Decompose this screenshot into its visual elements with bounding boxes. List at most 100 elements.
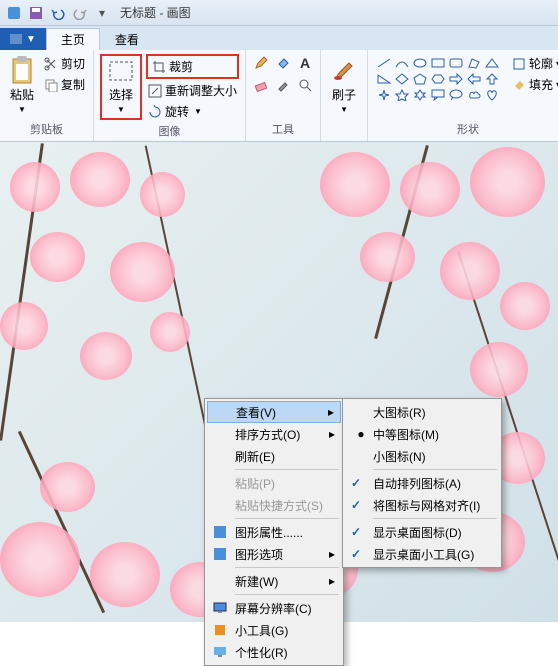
cut-button[interactable]: 剪切 xyxy=(42,54,87,73)
graphics-icon xyxy=(211,545,229,563)
crop-button[interactable]: 裁剪 xyxy=(150,57,195,76)
ctx-sort[interactable]: 排序方式(O)▸ xyxy=(207,423,341,445)
ctx-paste: 粘贴(P) xyxy=(207,472,341,494)
shape-triangle[interactable] xyxy=(484,56,500,70)
sub-show-desktop[interactable]: ✓显示桌面图标(D) xyxy=(345,521,499,543)
pencil-tool[interactable] xyxy=(252,54,270,72)
qat-dropdown-icon[interactable]: ▾ xyxy=(92,3,112,23)
tab-view[interactable]: 查看 xyxy=(100,28,154,50)
eyedropper-icon xyxy=(276,78,290,92)
file-icon xyxy=(10,34,22,44)
select-rect-icon xyxy=(108,60,134,84)
canvas-area[interactable]: 查看(V)▸ 排序方式(O)▸ 刷新(E) 粘贴(P) 粘贴快捷方式(S) 图形… xyxy=(0,142,558,622)
check-icon: ✓ xyxy=(351,498,361,512)
qat-undo-icon[interactable] xyxy=(48,3,68,23)
shape-arrowright[interactable] xyxy=(448,72,464,86)
shape-rtriangle[interactable] xyxy=(376,72,392,86)
ctx-personalize[interactable]: 个性化(R) xyxy=(207,641,341,663)
qat-app-icon[interactable] xyxy=(4,3,24,23)
monitor-icon xyxy=(211,599,229,617)
ctx-gadgets[interactable]: 小工具(G) xyxy=(207,619,341,641)
check-icon: ✓ xyxy=(351,547,361,561)
text-tool[interactable]: A xyxy=(296,54,314,72)
pencil-icon xyxy=(254,56,268,70)
file-menu-button[interactable]: ▼ xyxy=(0,28,46,50)
shape-pentagon[interactable] xyxy=(412,72,428,86)
select-button[interactable]: 选择 ▼ xyxy=(104,58,138,116)
graphics-icon xyxy=(211,523,229,541)
eraser-tool[interactable] xyxy=(252,76,270,94)
picker-tool[interactable] xyxy=(274,76,292,94)
chevron-right-icon: ▸ xyxy=(328,405,334,419)
tools-group-label: 工具 xyxy=(272,119,294,139)
shape-callout-cloud[interactable] xyxy=(466,88,482,102)
check-icon: ✓ xyxy=(351,525,361,539)
fill-button[interactable]: 填充▾ xyxy=(510,75,558,94)
shape-star4[interactable] xyxy=(376,88,392,102)
shape-rect[interactable] xyxy=(430,56,446,70)
group-image: 选择 ▼ 裁剪 重新调整大小 旋转▼ 图像 xyxy=(94,50,246,141)
gadget-icon xyxy=(211,621,229,639)
brush-icon xyxy=(331,56,357,84)
personalize-icon xyxy=(211,643,229,661)
paste-button[interactable]: 粘贴 ▼ xyxy=(6,54,38,116)
shape-star6[interactable] xyxy=(412,88,428,102)
shape-heart[interactable] xyxy=(484,88,500,102)
bucket-icon xyxy=(276,56,290,70)
scissors-icon xyxy=(44,57,58,71)
ctx-graphics-props[interactable]: 图形属性...... xyxy=(207,521,341,543)
separator xyxy=(373,469,497,470)
shapes-gallery[interactable] xyxy=(374,54,502,104)
quick-access-toolbar: ▾ xyxy=(4,3,112,23)
ctx-refresh[interactable]: 刷新(E) xyxy=(207,445,341,467)
shape-star5[interactable] xyxy=(394,88,410,102)
qat-save-icon[interactable] xyxy=(26,3,46,23)
ctx-resolution[interactable]: 屏幕分辨率(C) xyxy=(207,597,341,619)
ctx-graphics-opts[interactable]: 图形选项▸ xyxy=(207,543,341,565)
separator xyxy=(235,469,339,470)
shape-arrowup[interactable] xyxy=(484,72,500,86)
shape-roundrect[interactable] xyxy=(448,56,464,70)
chevron-right-icon: ▸ xyxy=(329,547,335,561)
shape-line[interactable] xyxy=(376,56,392,70)
tab-strip: ▼ 主页 查看 xyxy=(0,26,558,50)
shape-oval[interactable] xyxy=(412,56,428,70)
resize-button[interactable]: 重新调整大小 xyxy=(146,81,239,100)
sub-large-icons[interactable]: 大图标(R) xyxy=(345,401,499,423)
rotate-button[interactable]: 旋转▼ xyxy=(146,102,239,121)
shape-arrowleft[interactable] xyxy=(466,72,482,86)
shape-callout-oval[interactable] xyxy=(448,88,464,102)
shape-polygon[interactable] xyxy=(466,56,482,70)
outline-icon xyxy=(512,57,526,71)
tab-home[interactable]: 主页 xyxy=(46,28,100,50)
radio-icon: ● xyxy=(352,425,370,443)
copy-icon xyxy=(44,78,58,92)
sub-small-icons[interactable]: 小图标(N) xyxy=(345,445,499,467)
shape-diamond[interactable] xyxy=(394,72,410,86)
fill-tool[interactable] xyxy=(274,54,292,72)
resize-icon xyxy=(148,84,162,98)
group-tools: A 工具 xyxy=(246,50,321,141)
crop-icon xyxy=(152,60,166,74)
brush-button[interactable]: 刷子 ▼ xyxy=(327,54,361,116)
outline-button[interactable]: 轮廓▾ xyxy=(510,54,558,73)
clipboard-icon xyxy=(10,56,34,84)
sub-align-grid[interactable]: ✓将图标与网格对齐(I) xyxy=(345,494,499,516)
sub-medium-icons[interactable]: ●中等图标(M) xyxy=(345,423,499,445)
sub-auto-arrange[interactable]: ✓自动排列图标(A) xyxy=(345,472,499,494)
ctx-new[interactable]: 新建(W)▸ xyxy=(207,570,341,592)
shape-callout-rect[interactable] xyxy=(430,88,446,102)
separator xyxy=(235,567,339,568)
copy-button[interactable]: 复制 xyxy=(42,75,87,94)
zoom-tool[interactable] xyxy=(296,76,314,94)
shape-hexagon[interactable] xyxy=(430,72,446,86)
qat-redo-icon[interactable] xyxy=(70,3,90,23)
ctx-paste-shortcut: 粘贴快捷方式(S) xyxy=(207,494,341,516)
group-brushes: 刷子 ▼ xyxy=(321,50,368,141)
ribbon: 粘贴 ▼ 剪切 复制 剪贴板 选择 ▼ 裁剪 重新 xyxy=(0,50,558,142)
check-icon: ✓ xyxy=(351,476,361,490)
sub-show-gadgets[interactable]: ✓显示桌面小工具(G) xyxy=(345,543,499,565)
shape-curve[interactable] xyxy=(394,56,410,70)
image-group-label: 图像 xyxy=(159,121,181,141)
ctx-view[interactable]: 查看(V)▸ xyxy=(207,401,341,423)
